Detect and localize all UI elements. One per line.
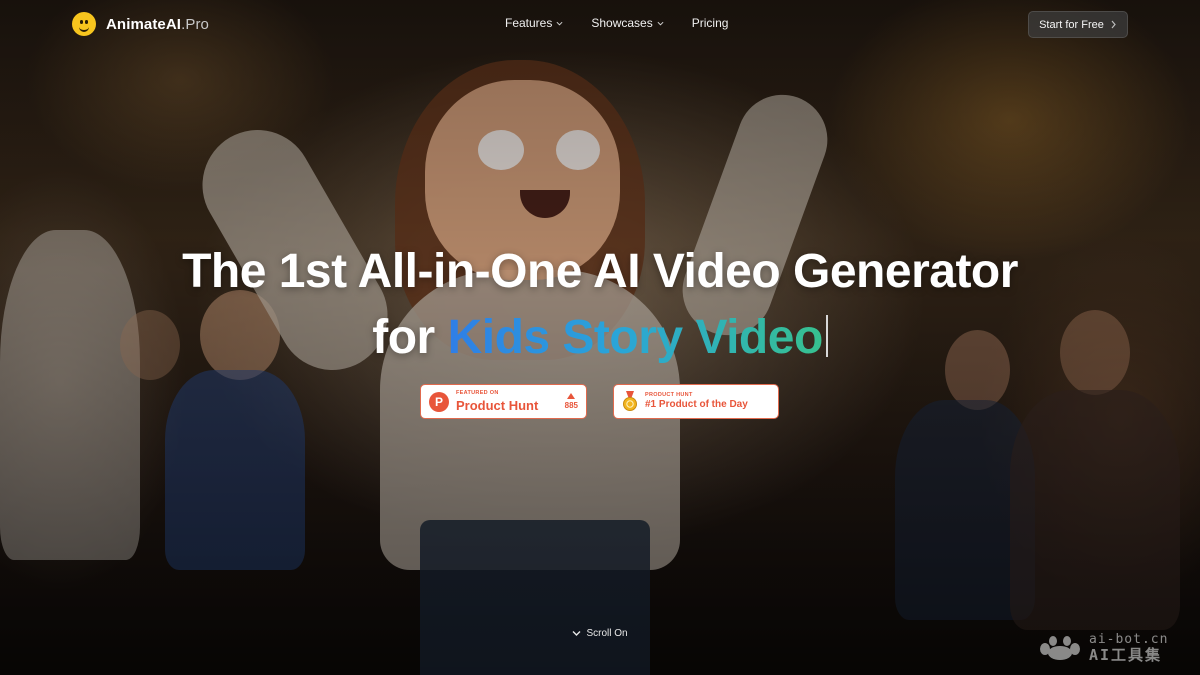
scroll-hint-label: Scroll On [586, 628, 628, 639]
badge-text: FEATURED ON Product Hunt [456, 391, 538, 412]
logo-main: AnimateAI [106, 15, 182, 33]
product-hunt-icon: P [429, 391, 449, 412]
nav-link-pricing[interactable]: Pricing [692, 16, 729, 30]
nav-link-features[interactable]: Features [505, 16, 563, 30]
nav-link-label: Features [505, 16, 553, 30]
nav-link-label: Pricing [691, 16, 729, 30]
nav-link-label: Showcases [591, 16, 653, 30]
upvote-count: 885 [564, 401, 578, 410]
chevron-down-icon [556, 21, 563, 26]
logo-suffix: .Pro [181, 15, 210, 33]
scroll-on-hint[interactable]: Scroll On [0, 628, 1200, 639]
hero-headline: The 1st All-in-One AI Video Generator [182, 245, 1018, 298]
chevron-right-icon [1111, 20, 1116, 29]
badge-caption: FEATURED ON [456, 390, 499, 397]
chevron-down-icon [572, 631, 581, 636]
smiley-logo-icon [72, 12, 96, 36]
badge-title: #1 Product of the Day [645, 399, 748, 411]
subheadline-prefix: for [372, 311, 435, 364]
watermark-text: ai-bot.cn AI工具集 [1089, 633, 1168, 663]
medal-icon [623, 390, 637, 411]
nav-links: Features Showcases Pricing [505, 16, 728, 30]
chevron-down-icon [657, 21, 664, 26]
landing-page: AnimateAI.Pro Features Showcases Pricing… [0, 0, 1200, 675]
hero-subheadline: for Kids Story Video [0, 310, 1200, 365]
start-for-free-button[interactable]: Start for Free [1028, 11, 1128, 38]
cta-label: Start for Free [1039, 18, 1104, 31]
top-navigation: AnimateAI.Pro Features Showcases Pricing… [0, 0, 1200, 48]
typing-caret [825, 315, 828, 357]
product-hunt-featured-badge[interactable]: P FEATURED ON Product Hunt 885 [420, 384, 587, 419]
upvote-arrow-icon [567, 393, 576, 399]
watermark-title: AI工具集 [1089, 646, 1163, 664]
nav-link-showcases[interactable]: Showcases [591, 16, 664, 30]
badge-title: Product Hunt [456, 397, 539, 413]
watermark: ai-bot.cn AI工具集 [1037, 630, 1187, 666]
award-badges: P FEATURED ON Product Hunt 885 PRODUCT H… [420, 384, 779, 419]
badge-text: PRODUCT HUNT #1 Product of the Day [645, 391, 748, 411]
badge-caption: PRODUCT HUNT [645, 391, 693, 398]
product-of-the-day-badge[interactable]: PRODUCT HUNT #1 Product of the Day [613, 384, 779, 419]
subheadline-highlight: Kids Story Video [447, 311, 824, 364]
logo-text: AnimateAI.Pro [106, 16, 209, 33]
paw-logo-icon [1040, 636, 1080, 660]
logo[interactable]: AnimateAI.Pro [72, 12, 209, 36]
upvote-counter: 885 [565, 393, 578, 410]
watermark-url: ai-bot.cn [1089, 632, 1169, 647]
